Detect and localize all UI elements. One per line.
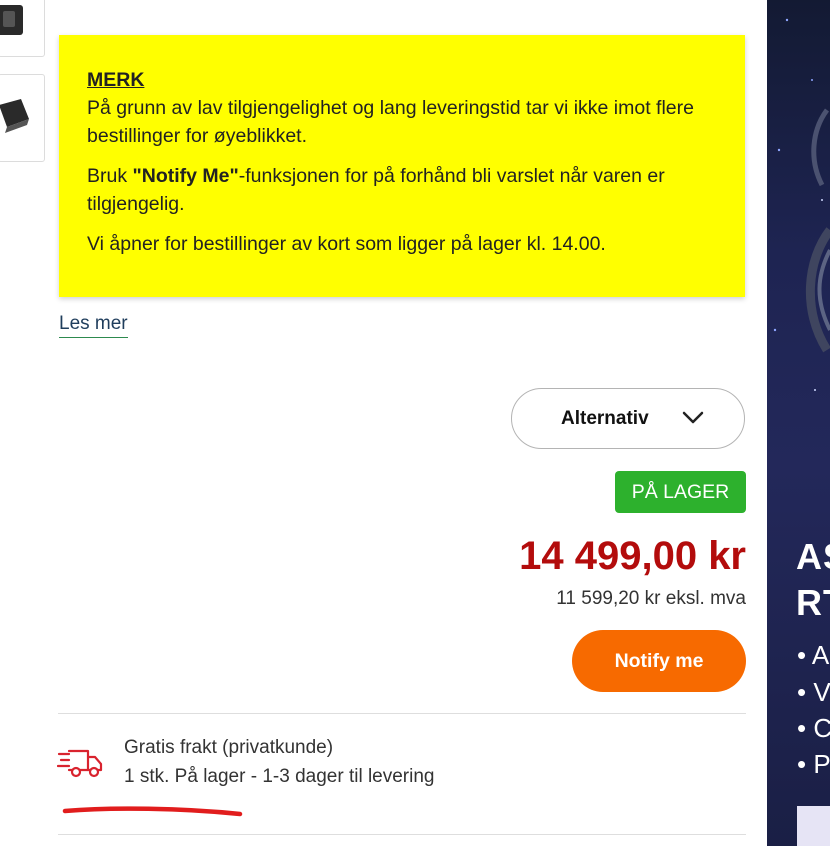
product-thumbnail-2[interactable]	[0, 74, 45, 162]
banner-title-line-1: AS	[796, 536, 830, 577]
red-annotation-underline	[62, 806, 243, 817]
banner-bullet: • C	[797, 713, 830, 743]
divider	[58, 713, 746, 714]
alternative-button-label: Alternativ	[561, 407, 649, 429]
free-shipping-text: Gratis frakt (privatkunde)	[124, 737, 334, 758]
banner-bullet: • A	[797, 640, 830, 670]
notify-me-button[interactable]: Notify me	[572, 630, 746, 692]
promo-banner[interactable]: AS RT • A • V • C • P	[767, 0, 830, 846]
banner-card-image	[797, 806, 830, 846]
alternative-dropdown-button[interactable]: Alternativ	[511, 388, 745, 449]
notice-paragraph-3: Vi åpner for bestillinger av kort som li…	[87, 233, 606, 255]
notice-heading: MERK	[87, 69, 145, 91]
product-image-icon	[0, 5, 23, 35]
notice-paragraph-1: På grunn av lav tilgjengelighet og lang …	[87, 97, 694, 147]
delivery-truck-icon	[57, 749, 103, 778]
in-stock-badge: PÅ LAGER	[615, 471, 746, 513]
product-thumbnail-1[interactable]	[0, 0, 45, 57]
banner-bullet: • P	[797, 749, 830, 779]
product-image-icon	[0, 99, 29, 133]
banner-bullet: • V	[797, 677, 830, 707]
notice-notify-me-term: "Notify Me"	[132, 165, 239, 187]
banner-title-line-2: RT	[796, 582, 830, 623]
notice-paragraph-2-prefix: Bruk	[87, 165, 133, 187]
divider	[58, 834, 746, 835]
price-excluding-vat: 11 599,20 kr eksl. mva	[556, 588, 746, 609]
chevron-down-icon	[682, 411, 704, 424]
graphics-card-image-icon	[773, 18, 830, 391]
delivery-time-text: 1 stk. På lager - 1-3 dager til levering	[124, 766, 435, 787]
notice-paragraph-2: Bruk "Notify Me"-funksjonen for på forhå…	[87, 162, 717, 218]
availability-notice: MERK På grunn av lav tilgjengelighet og …	[59, 35, 745, 297]
product-price: 14 499,00 kr	[519, 534, 746, 578]
read-more-link[interactable]: Les mer	[59, 313, 128, 338]
